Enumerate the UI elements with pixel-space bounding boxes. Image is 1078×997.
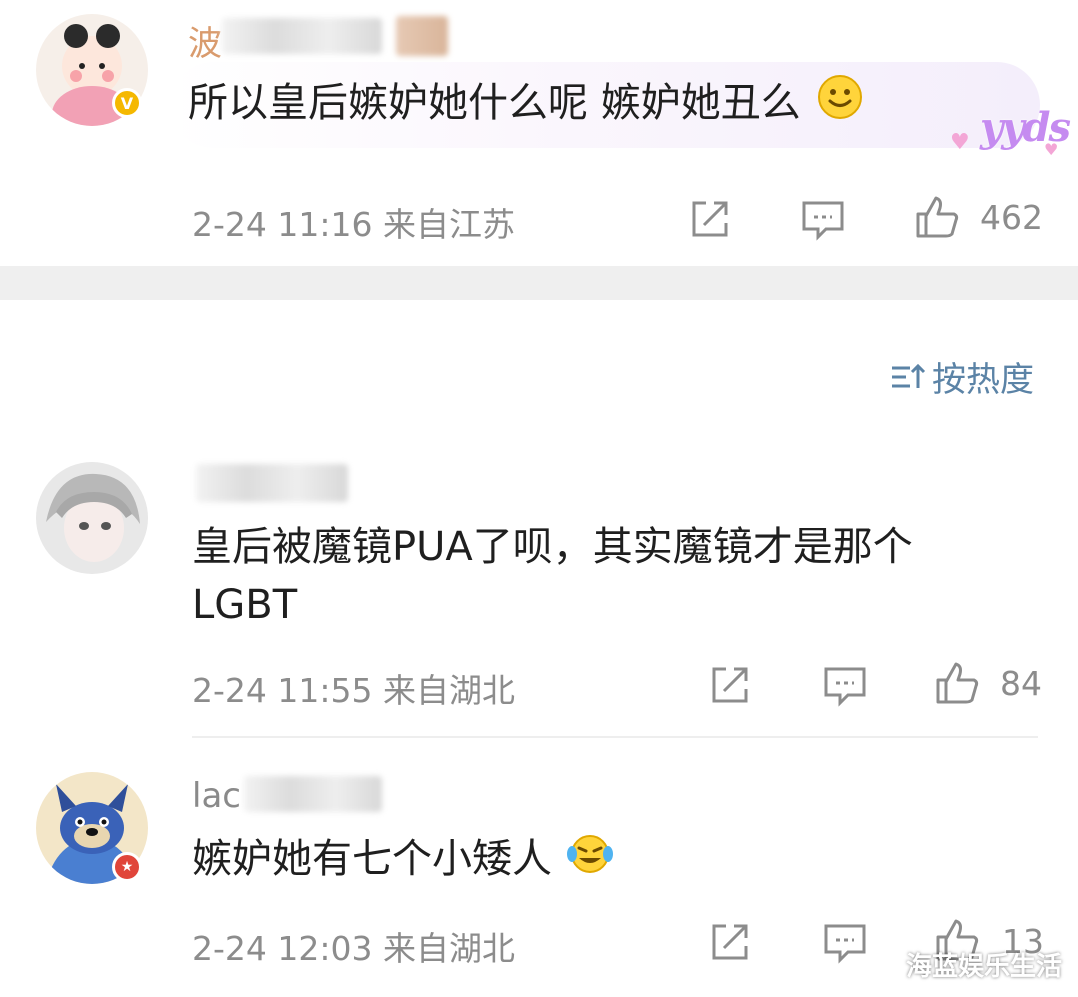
heart-icon: ♥ — [1044, 140, 1059, 159]
comment-button[interactable] — [822, 920, 868, 964]
comment-text-line: 皇后被魔镜PUA了呗，其实魔镜才是那个 — [192, 524, 913, 570]
username-blur — [222, 18, 382, 54]
like-button[interactable] — [914, 194, 962, 240]
comment-separator — [192, 736, 1038, 738]
comment-date: 2-24 — [192, 929, 267, 968]
smile-emoji-icon — [817, 74, 863, 136]
comment-time: 11:16 — [277, 205, 373, 244]
comment-2: 皇后被魔镜PUA了呗，其实魔镜才是那个 LGBT 2-24 11:55 来自湖北… — [0, 450, 1078, 740]
share-icon — [712, 667, 748, 703]
username[interactable]: lac — [192, 776, 241, 816]
watermark: 海蓝娱乐生活 — [905, 952, 1062, 982]
share-button[interactable] — [708, 920, 752, 964]
comment-icon — [824, 924, 866, 964]
comment-text: 所以皇后嫉妒她什么呢 嫉妒她丑么 — [188, 74, 863, 136]
share-button[interactable] — [688, 197, 732, 241]
comment-text: 皇后被魔镜PUA了呗，其实魔镜才是那个 LGBT — [192, 518, 913, 634]
sort-label: 按热度 — [932, 360, 1034, 400]
section-divider — [0, 266, 1078, 300]
comment-meta: 2-24 12:03 来自湖北 — [192, 922, 515, 970]
comment-location: 来自江苏 — [383, 205, 516, 244]
thumb-up-icon — [916, 196, 959, 238]
comment-text-line: LGBT — [192, 582, 298, 628]
comment-text: 嫉妒她有七个小矮人 — [192, 830, 613, 890]
comment-location: 来自湖北 — [383, 671, 516, 710]
comment-button[interactable] — [822, 663, 868, 707]
comment-time: 11:55 — [277, 671, 373, 710]
username-blur — [196, 464, 348, 502]
thumb-up-icon — [936, 662, 979, 704]
comment-icon — [802, 201, 844, 241]
star-badge-icon: ★ — [112, 852, 142, 882]
like-count: 84 — [1000, 664, 1042, 703]
laughing-crying-emoji-icon — [566, 832, 613, 890]
username[interactable]: 波 — [188, 16, 222, 65]
comment-text-content: 所以皇后嫉妒她什么呢 嫉妒她丑么 — [188, 80, 801, 126]
comment-meta: 2-24 11:16 来自江苏 — [192, 198, 515, 246]
comment-text-content: 嫉妒她有七个小矮人 — [192, 836, 552, 882]
like-count: 462 — [980, 198, 1043, 237]
comment-date: 2-24 — [192, 671, 267, 710]
comment-1: V 波 所以皇后嫉妒她什么呢 嫉妒她丑么 yyds ♥ ♥ 2-24 11:16… — [0, 0, 1078, 266]
share-icon — [712, 924, 748, 960]
comment-meta: 2-24 11:55 来自湖北 — [192, 664, 515, 712]
username-blur — [396, 16, 448, 56]
comment-button[interactable] — [800, 197, 846, 241]
share-button[interactable] — [708, 663, 752, 707]
sort-button[interactable]: 按热度 — [890, 352, 1034, 401]
comment-date: 2-24 — [192, 205, 267, 244]
comment-time: 12:03 — [277, 929, 373, 968]
comment-location: 来自湖北 — [383, 929, 516, 968]
share-icon — [692, 201, 728, 237]
verified-badge-icon: V — [112, 88, 142, 118]
like-button[interactable] — [934, 660, 982, 706]
avatar[interactable] — [36, 462, 148, 574]
username-blur — [244, 776, 382, 812]
sort-icon — [892, 363, 926, 388]
heart-icon: ♥ — [950, 130, 970, 155]
comment-icon — [824, 667, 866, 707]
